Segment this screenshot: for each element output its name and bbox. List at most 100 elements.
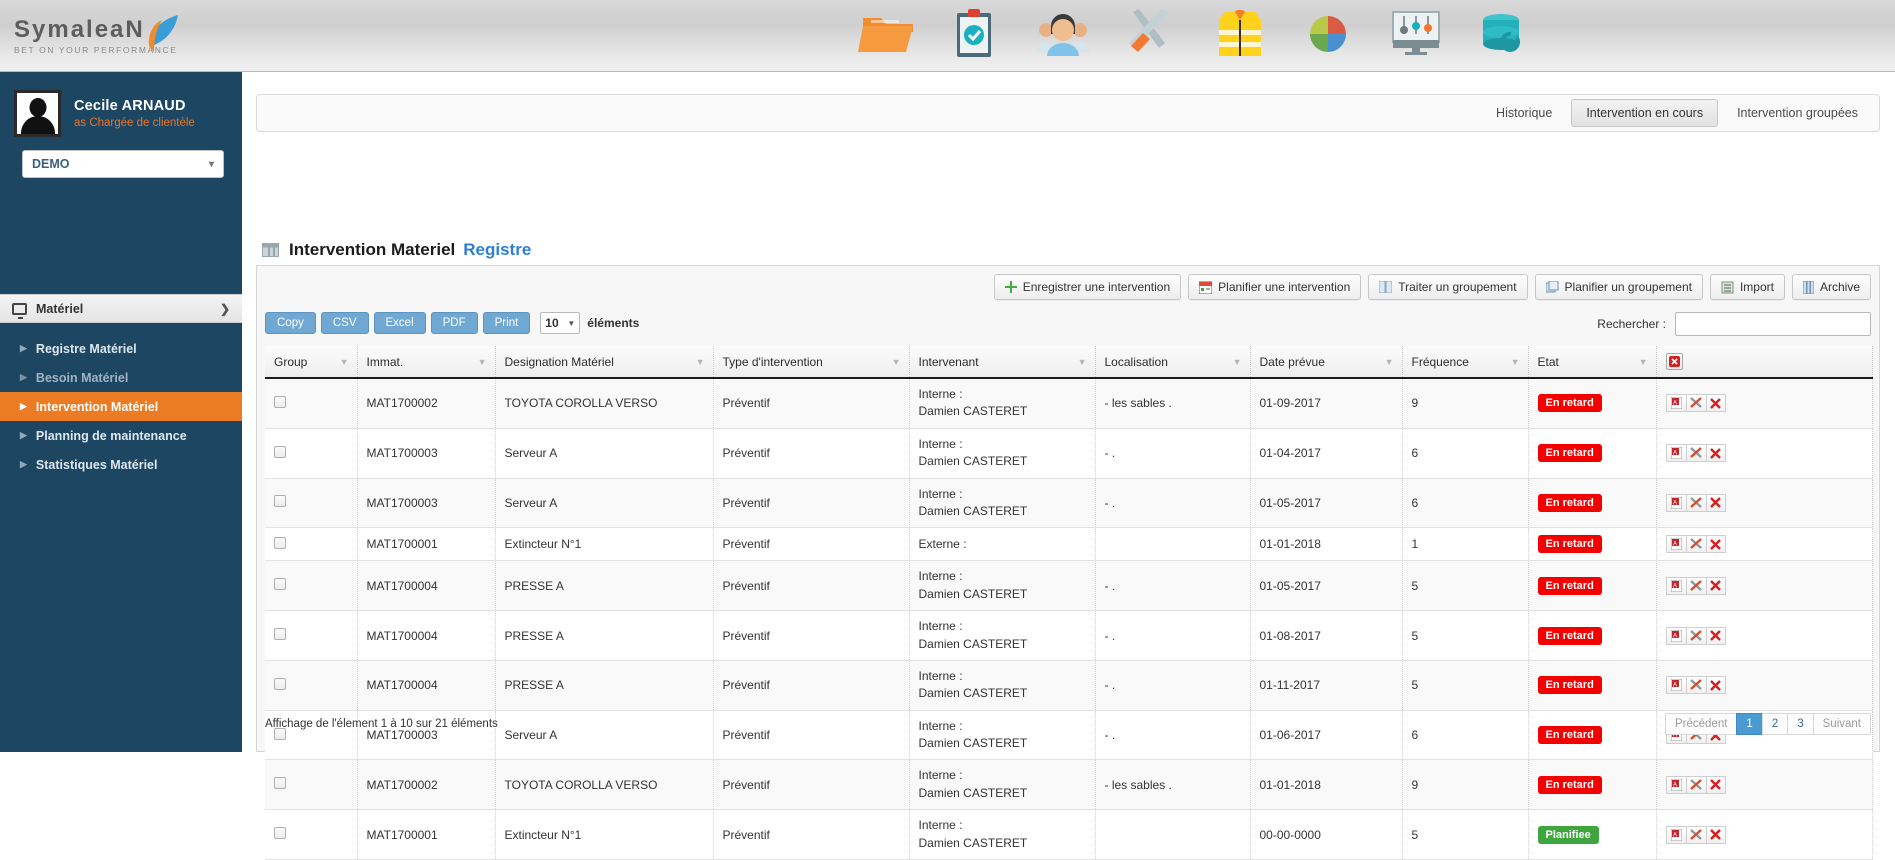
table-row[interactable]: MAT1700001 Extincteur N°1 Préventif Externe… (265, 527, 1873, 562)
page-3[interactable]: 3 (1787, 713, 1813, 735)
delete-icon[interactable] (1705, 493, 1726, 512)
brand-logo[interactable]: SymaleaN BET ON YOUR PERFORMANCE (14, 10, 204, 62)
delete-icon[interactable] (1705, 535, 1726, 554)
delete-all-icon[interactable] (1665, 353, 1683, 370)
pdf-icon[interactable]: A (1665, 676, 1686, 695)
copy-button[interactable]: Copy (265, 312, 316, 334)
pdf-button[interactable]: PDF (430, 312, 478, 334)
edit-tools-icon[interactable] (1685, 775, 1706, 794)
tools-icon[interactable] (1119, 4, 1185, 64)
edit-tools-icon[interactable] (1685, 576, 1706, 595)
col-localisation[interactable]: Localisation ▼ (1095, 346, 1251, 379)
table-row[interactable]: MAT1700004 PRESSE A Préventif Interne : Dami… (265, 660, 1873, 711)
cell-immat: MAT1700003 (357, 428, 496, 479)
row-checkbox[interactable] (274, 628, 286, 641)
search-input[interactable] (1675, 312, 1871, 336)
edit-tools-icon[interactable] (1685, 444, 1706, 463)
sidebar-item-besoin-materiel[interactable]: ▶ Besoin Matériel (0, 363, 242, 392)
svg-text:A: A (1673, 782, 1677, 788)
col-etat[interactable]: Etat ▼ (1528, 346, 1657, 379)
row-checkbox[interactable] (274, 578, 286, 591)
col-type-intervention[interactable]: Type d'intervention ▼ (713, 346, 910, 379)
delete-icon[interactable] (1705, 775, 1726, 794)
table-row[interactable]: MAT1700004 PRESSE A Préventif Interne : Dami… (265, 610, 1873, 661)
sidebar-item-statistiques-materiel[interactable]: ▶ Statistiques Matériel (0, 450, 242, 479)
col-designation[interactable]: Designation Matériel ▼ (495, 346, 714, 379)
page-next[interactable]: Suivant (1812, 713, 1871, 735)
edit-tools-icon[interactable] (1685, 825, 1706, 844)
pdf-icon[interactable]: A (1665, 626, 1686, 645)
col-date-prevue[interactable]: Date prévue ▼ (1250, 346, 1403, 379)
company-select[interactable]: DEMO ▾ (22, 150, 224, 178)
pdf-icon[interactable]: A (1665, 394, 1686, 413)
page-1[interactable]: 1 (1736, 713, 1762, 735)
delete-icon[interactable] (1705, 576, 1726, 595)
row-checkbox[interactable] (274, 395, 286, 408)
import-button[interactable]: Import (1709, 274, 1785, 300)
table-row[interactable]: MAT1700002 TOYOTA COROLLA VERSO Préventif I… (265, 378, 1873, 429)
excel-button[interactable]: Excel (373, 312, 426, 334)
sidebar-item-intervention-materiel[interactable]: ▶ Intervention Matériel (0, 392, 242, 421)
cell-type: Préventif (713, 478, 910, 529)
table-row[interactable]: MAT1700002 TOYOTA COROLLA VERSO Préventif I… (265, 759, 1873, 811)
page-2[interactable]: 2 (1761, 713, 1788, 735)
tab-intervention-groupees[interactable]: Intervention groupées (1722, 99, 1873, 127)
delete-icon[interactable] (1705, 626, 1726, 645)
tab-historique[interactable]: Historique (1481, 99, 1567, 127)
table-row[interactable]: MAT1700003 Serveur A Préventif Interne : Dam… (265, 428, 1873, 479)
pdf-icon[interactable]: A (1665, 775, 1686, 794)
page-length-select[interactable]: 10 ▼ (540, 312, 581, 334)
delete-icon[interactable] (1705, 825, 1726, 844)
archive-button[interactable]: Archive (1791, 274, 1871, 300)
enregistrer-intervention-button[interactable]: Enregistrer une intervention (993, 274, 1182, 300)
database-sync-icon[interactable] (1471, 4, 1537, 64)
col-intervenant[interactable]: Intervenant ▼ (909, 346, 1096, 379)
cell-localisation: - . (1095, 560, 1251, 612)
row-checkbox[interactable] (274, 536, 286, 549)
row-checkbox[interactable] (274, 827, 286, 840)
edit-tools-icon[interactable] (1685, 535, 1706, 554)
folder-icon[interactable] (855, 4, 921, 64)
planifier-intervention-button[interactable]: Planifier une intervention (1188, 274, 1362, 300)
safety-vest-icon[interactable] (1207, 4, 1273, 64)
row-checkbox[interactable] (274, 445, 286, 458)
pdf-icon[interactable]: A (1665, 444, 1686, 463)
pdf-icon[interactable]: A (1665, 825, 1686, 844)
print-button[interactable]: Print (482, 312, 531, 334)
cell-localisation: - . (1095, 610, 1251, 661)
table-row[interactable]: MAT1700003 Serveur A Préventif Interne : Dam… (265, 478, 1873, 529)
planifier-groupement-button[interactable]: Planifier un groupement (1534, 274, 1703, 300)
col-actions (1656, 346, 1873, 379)
tab-intervention-en-cours[interactable]: Intervention en cours (1571, 99, 1719, 127)
pdf-icon[interactable]: A (1665, 493, 1686, 512)
col-group[interactable]: Group ▼ (265, 346, 358, 379)
col-immat[interactable]: Immat. ▼ (357, 346, 496, 379)
sidebar-section-materiel[interactable]: Matériel ❯ (0, 294, 242, 323)
table-row[interactable]: MAT1700001 Extincteur N°1 Préventif Interne… (265, 809, 1873, 860)
table-row[interactable]: MAT1700004 PRESSE A Préventif Interne : Dami… (265, 560, 1873, 612)
row-checkbox[interactable] (274, 777, 286, 790)
delete-icon[interactable] (1705, 394, 1726, 413)
delete-icon[interactable] (1705, 676, 1726, 695)
pdf-icon[interactable]: A (1665, 576, 1686, 595)
pie-chart-icon[interactable] (1295, 4, 1361, 64)
cell-designation: PRESSE A (495, 560, 714, 612)
page-prev[interactable]: Précédent (1664, 713, 1737, 735)
csv-button[interactable]: CSV (320, 312, 369, 334)
row-checkbox[interactable] (274, 495, 286, 508)
page-subtitle-link[interactable]: Registre (463, 240, 531, 260)
row-checkbox[interactable] (274, 677, 286, 690)
traiter-groupement-button[interactable]: Traiter un groupement (1368, 274, 1528, 300)
pdf-icon[interactable]: A (1665, 535, 1686, 554)
edit-tools-icon[interactable] (1685, 493, 1706, 512)
col-frequence[interactable]: Fréquence ▼ (1402, 346, 1529, 379)
edit-tools-icon[interactable] (1685, 676, 1706, 695)
sidebar-item-planning-maintenance[interactable]: ▶ Planning de maintenance (0, 421, 242, 450)
delete-icon[interactable] (1705, 444, 1726, 463)
edit-tools-icon[interactable] (1685, 626, 1706, 645)
settings-monitor-icon[interactable] (1383, 4, 1449, 64)
clipboard-check-icon[interactable] (943, 4, 1009, 64)
people-icon[interactable] (1031, 4, 1097, 64)
sidebar-item-registre-materiel[interactable]: ▶ Registre Matériel (0, 334, 242, 363)
edit-tools-icon[interactable] (1685, 394, 1706, 413)
